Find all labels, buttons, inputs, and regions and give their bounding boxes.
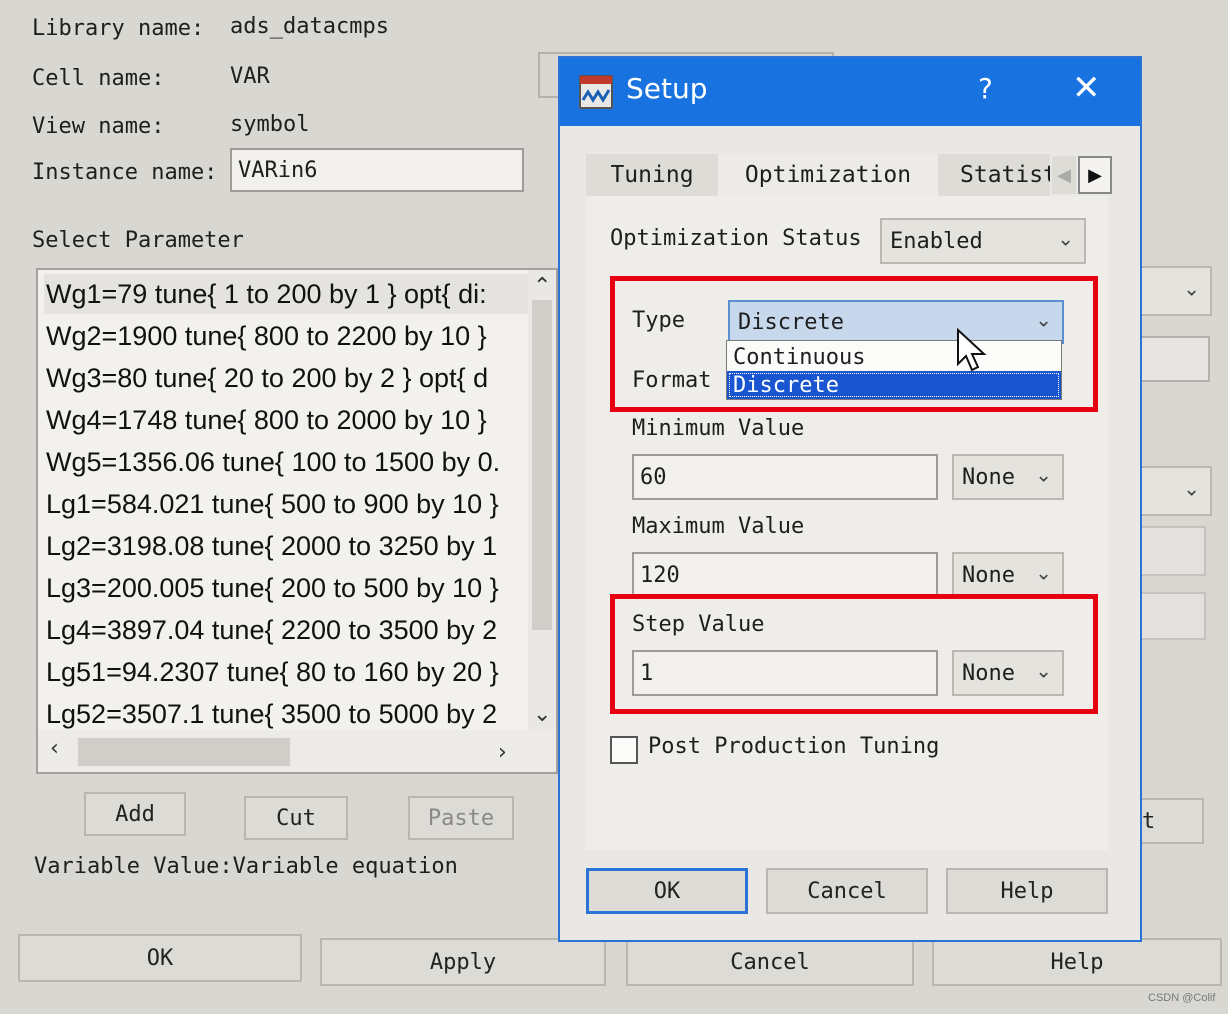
partial-button-label: t (1142, 808, 1156, 834)
maximum-value-input[interactable]: 120 (632, 552, 938, 598)
maximum-unit-value: None (962, 562, 1015, 588)
list-item[interactable]: Lg3=200.005 tune{ 200 to 500 by 10 } (44, 568, 499, 608)
optimization-status-value: Enabled (890, 228, 983, 254)
instance-name-input[interactable]: VARin6 (230, 148, 524, 192)
chevron-down-icon: ⌄ (1035, 560, 1052, 585)
cell-name-value: VAR (230, 64, 270, 89)
watermark: CSDN @Colif (1148, 992, 1216, 1004)
variable-value-text: Variable Value:Variable equation (34, 854, 458, 879)
minimum-value-input[interactable]: 60 (632, 454, 938, 500)
cut-button[interactable]: Cut (244, 796, 348, 840)
minimum-unit-select[interactable]: None ⌄ (952, 454, 1064, 500)
main-ok-button[interactable]: OK (18, 934, 302, 982)
view-name-label: View name: (32, 114, 165, 139)
main-cancel-button[interactable]: Cancel (626, 938, 914, 986)
list-item[interactable]: Lg1=584.021 tune{ 500 to 900 by 10 } (44, 484, 499, 524)
select-parameter-label: Select Parameter (32, 228, 244, 253)
tab-scroll-right-icon[interactable]: ▶ (1078, 156, 1112, 194)
instance-name-label: Instance name: (32, 160, 218, 185)
tab-tuning[interactable]: Tuning (586, 154, 718, 196)
cell-name-label: Cell name: (32, 66, 165, 91)
list-item[interactable]: Wg1=79 tune{ 1 to 200 by 1 } opt{ di: (44, 274, 534, 314)
scroll-up-icon[interactable]: ⌃ (533, 274, 551, 299)
main-help-button[interactable]: Help (932, 938, 1222, 986)
chevron-down-icon: ⌄ (1183, 476, 1200, 501)
post-production-checkbox[interactable] (610, 736, 638, 764)
maximum-unit-select[interactable]: None ⌄ (952, 552, 1064, 598)
list-item[interactable]: Wg2=1900 tune{ 800 to 2200 by 10 } (44, 316, 487, 356)
vertical-scrollbar[interactable]: ⌃ ⌄ (528, 270, 556, 730)
tab-scroll-left-icon[interactable]: ◀ (1052, 156, 1076, 194)
vertical-scroll-thumb[interactable] (532, 300, 552, 630)
background-combo[interactable]: ⌄ (1140, 266, 1212, 316)
list-item[interactable]: Lg51=94.2307 tune{ 80 to 160 by 20 } (44, 652, 499, 692)
dialog-help-button[interactable]: Help (946, 868, 1108, 914)
library-name-label: Library name: (32, 16, 205, 41)
main-apply-button[interactable]: Apply (320, 938, 606, 986)
list-item[interactable]: Lg52=3507.1 tune{ 3500 to 5000 by 2 (44, 694, 497, 734)
dialog-cancel-button[interactable]: Cancel (766, 868, 928, 914)
background-combo-2[interactable]: ⌄ (1140, 466, 1212, 516)
chevron-down-icon: ⌄ (1057, 226, 1074, 251)
dialog-ok-button[interactable]: OK (586, 868, 748, 914)
step-value-highlight (610, 594, 1098, 714)
scroll-right-icon[interactable]: › (498, 740, 507, 765)
background-partial-button[interactable]: t (1134, 798, 1204, 844)
chevron-down-icon: ⌄ (1183, 276, 1200, 301)
background-field-2[interactable] (1140, 526, 1206, 576)
add-button[interactable]: Add (84, 792, 186, 836)
type-format-highlight (610, 276, 1098, 412)
list-item[interactable]: Lg4=3897.04 tune{ 2200 to 3500 by 2 (44, 610, 497, 650)
dialog-title: Setup (626, 72, 708, 105)
horizontal-scroll-thumb[interactable] (78, 738, 290, 766)
optimization-status-label: Optimization Status (610, 226, 862, 251)
chevron-down-icon: ⌄ (1035, 462, 1052, 487)
scroll-left-icon[interactable]: ‹ (50, 736, 59, 761)
paste-button[interactable]: Paste (408, 796, 514, 840)
optimization-status-select[interactable]: Enabled ⌄ (880, 218, 1086, 264)
close-icon[interactable]: ✕ (1072, 68, 1101, 108)
view-name-value: symbol (230, 112, 310, 137)
minimum-unit-value: None (962, 464, 1015, 490)
post-production-label: Post Production Tuning (648, 734, 940, 759)
scroll-down-icon[interactable]: ⌄ (533, 702, 551, 727)
parameter-list[interactable]: Wg1=79 tune{ 1 to 200 by 1 } opt{ di: Wg… (36, 268, 558, 774)
help-icon[interactable]: ? (978, 72, 993, 105)
dialog-titlebar[interactable]: Setup ? ✕ (560, 58, 1140, 126)
horizontal-scrollbar[interactable]: ‹ › (38, 730, 556, 772)
library-name-value: ads_datacmps (230, 14, 389, 39)
minimum-value-label: Minimum Value (632, 416, 805, 441)
maximum-value-label: Maximum Value (632, 514, 805, 539)
tab-statistics[interactable]: Statist (938, 154, 1050, 196)
list-item[interactable]: Wg4=1748 tune{ 800 to 2000 by 10 } (44, 400, 487, 440)
background-field-3[interactable] (1140, 592, 1206, 640)
tab-optimization[interactable]: Optimization (718, 154, 938, 196)
app-icon (579, 75, 613, 109)
background-field[interactable] (1140, 336, 1210, 382)
list-item[interactable]: Wg3=80 tune{ 20 to 200 by 2 } opt{ d (44, 358, 488, 398)
setup-dialog: Setup ? ✕ Tuning Optimization Statist ◀ … (558, 56, 1142, 942)
list-item[interactable]: Lg2=3198.08 tune{ 2000 to 3250 by 1 (44, 526, 497, 566)
list-item[interactable]: Wg5=1356.06 tune{ 100 to 1500 by 0. (44, 442, 500, 482)
